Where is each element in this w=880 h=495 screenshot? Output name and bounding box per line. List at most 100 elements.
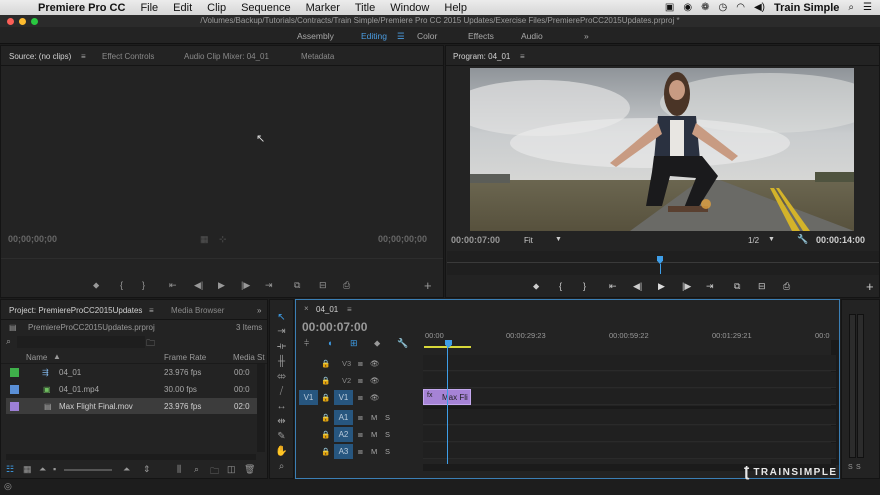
label-color-swatch[interactable]	[10, 368, 19, 377]
mark-out-icon[interactable]: }	[583, 281, 586, 291]
workspace-overflow-button[interactable]: »	[584, 31, 589, 41]
app-menu[interactable]: Premiere Pro CC	[38, 2, 125, 14]
go-to-out-icon[interactable]: ⇥	[706, 281, 714, 292]
mute-button[interactable]: M	[371, 413, 377, 422]
workspace-effects[interactable]: Effects	[468, 31, 494, 41]
slip-tool-icon[interactable]: ↔	[274, 400, 289, 413]
solo-button[interactable]: S	[385, 430, 390, 439]
zoom-tool-icon[interactable]: ⌕	[274, 460, 289, 473]
mute-button[interactable]: M	[371, 447, 377, 456]
step-back-icon[interactable]: ◀|	[633, 281, 642, 292]
program-mini-timeline[interactable]	[447, 251, 879, 275]
project-row-clip-mp4[interactable]: ▣ 04_01.mp4 30.00 fps 00:0	[6, 381, 262, 397]
column-media-start[interactable]: Media St	[233, 353, 265, 362]
sort-icons-icon[interactable]: ⏶	[123, 464, 130, 475]
timeline-playhead-timecode[interactable]: 00:00:07:00	[302, 320, 367, 334]
lock-icon[interactable]: 🔒	[321, 447, 330, 456]
list-view-icon[interactable]: ☷	[6, 464, 14, 475]
play-icon[interactable]: ▶	[658, 281, 665, 292]
button-editor-plus-icon[interactable]: +	[424, 278, 432, 293]
linked-selection-icon[interactable]: ⊞	[350, 338, 358, 349]
go-to-out-icon[interactable]: ⇥	[265, 280, 273, 291]
solo-button[interactable]: S	[385, 447, 390, 456]
project-horizontal-scrollbar[interactable]	[6, 454, 256, 460]
step-forward-icon[interactable]: |▶	[682, 281, 691, 292]
notification-list-icon[interactable]: ☰	[863, 2, 872, 13]
add-marker-icon[interactable]: ⬥	[93, 280, 99, 291]
column-name[interactable]: Name	[26, 353, 47, 362]
messages-icon[interactable]: ◉	[683, 2, 692, 13]
track-lane-v3[interactable]	[423, 355, 836, 371]
track-label[interactable]: V3	[342, 359, 351, 368]
column-frame-rate[interactable]: Frame Rate	[164, 353, 206, 362]
minimize-window-icon[interactable]	[19, 18, 26, 25]
track-lane-v2[interactable]	[423, 372, 836, 388]
panel-menu-icon[interactable]: ≡	[81, 52, 86, 61]
track-lane-a2[interactable]	[423, 426, 836, 442]
label-color-swatch[interactable]	[10, 402, 19, 411]
workspace-editing[interactable]: Editing	[361, 31, 387, 41]
solo-left-button[interactable]: S	[848, 464, 853, 471]
project-search-input[interactable]	[17, 336, 145, 348]
creative-cloud-icon[interactable]: ❁	[701, 2, 709, 13]
playback-resolution-select[interactable]: 1/2	[748, 236, 759, 245]
label-color-swatch[interactable]	[10, 385, 19, 394]
workspace-color[interactable]: Color	[417, 31, 437, 41]
mark-out-icon[interactable]: }	[142, 280, 145, 290]
sync-lock-icon[interactable]: ⧈	[358, 393, 363, 403]
time-machine-icon[interactable]: ◷	[719, 2, 728, 13]
menu-window[interactable]: Window	[390, 2, 429, 14]
automate-to-sequence-icon[interactable]: ⫼	[177, 464, 181, 475]
menu-file[interactable]: File	[140, 2, 158, 14]
menu-clip[interactable]: Clip	[207, 2, 226, 14]
menu-help[interactable]: Help	[444, 2, 467, 14]
sequence-panel-menu-icon[interactable]: ≡	[347, 305, 352, 314]
workspace-audio[interactable]: Audio	[521, 31, 543, 41]
workspace-assembly[interactable]: Assembly	[297, 31, 334, 41]
source-timecode-current[interactable]: 00;00;00;00	[8, 234, 57, 244]
menu-marker[interactable]: Marker	[306, 2, 340, 14]
screen-record-icon[interactable]: ▣	[665, 2, 674, 13]
close-window-icon[interactable]	[7, 18, 14, 25]
slide-tool-icon[interactable]: ⇹	[274, 415, 289, 428]
add-marker-icon[interactable]: ⬥	[374, 338, 380, 349]
overwrite-clip-icon[interactable]: ⊟	[319, 280, 327, 291]
track-label[interactable]: V2	[342, 376, 351, 385]
menu-edit[interactable]: Edit	[173, 2, 192, 14]
export-frame-icon[interactable]: ⎙	[343, 280, 350, 291]
eye-icon[interactable]: 👁	[370, 359, 380, 368]
tab-program[interactable]: Program: 04_01	[453, 52, 510, 61]
menu-title[interactable]: Title	[355, 2, 375, 14]
menu-extra-brand[interactable]: Train Simple	[774, 2, 839, 14]
tab-media-browser[interactable]: Media Browser	[171, 306, 224, 315]
project-row-sequence[interactable]: ⇶ 04_01 23.976 fps 00:0	[6, 364, 262, 380]
nest-or-individual-icon[interactable]: ⫩	[304, 338, 309, 349]
step-forward-icon[interactable]: |▶	[241, 280, 250, 291]
lift-icon[interactable]: ⧉	[734, 281, 740, 292]
track-target-a3[interactable]: A3	[334, 444, 353, 459]
selection-tool-icon[interactable]: ↖	[274, 311, 289, 324]
find-icon[interactable]: ⌕	[194, 464, 199, 475]
volume-icon[interactable]: ◀)	[754, 2, 765, 13]
step-back-icon[interactable]: ◀|	[194, 280, 203, 291]
sync-lock-icon[interactable]: ⧈	[358, 430, 363, 440]
freeform-view-icon[interactable]: ⏶	[39, 464, 46, 475]
tab-source[interactable]: Source: (no clips)	[9, 52, 71, 61]
snap-magnet-icon[interactable]: ◖	[327, 338, 332, 348]
zoom-slider[interactable]	[64, 469, 112, 471]
go-to-in-icon[interactable]: ⇤	[169, 280, 177, 291]
zoom-level-select[interactable]: Fit	[524, 236, 533, 245]
clear-trash-icon[interactable]: 🗑	[244, 464, 255, 475]
button-editor-plus-icon[interactable]: +	[866, 279, 874, 294]
insert-clip-icon[interactable]: ⧉	[294, 280, 300, 291]
project-row-clip-mov[interactable]: ▤ Max Flight Final.mov 23.976 fps 02:0	[6, 398, 262, 414]
settings-wrench-icon[interactable]: 🔧	[797, 234, 808, 245]
add-marker-icon[interactable]: ⬥	[533, 281, 539, 292]
play-icon[interactable]: ▶	[218, 280, 225, 291]
mark-in-icon[interactable]: {	[120, 280, 123, 290]
timeline-playhead-line[interactable]	[447, 347, 448, 464]
track-select-tool-icon[interactable]: ⇥	[274, 325, 289, 338]
search-icon[interactable]: ⌕	[6, 336, 11, 347]
close-sequence-icon[interactable]: ×	[304, 304, 309, 313]
new-bin-icon[interactable]: 🗀	[210, 464, 219, 480]
